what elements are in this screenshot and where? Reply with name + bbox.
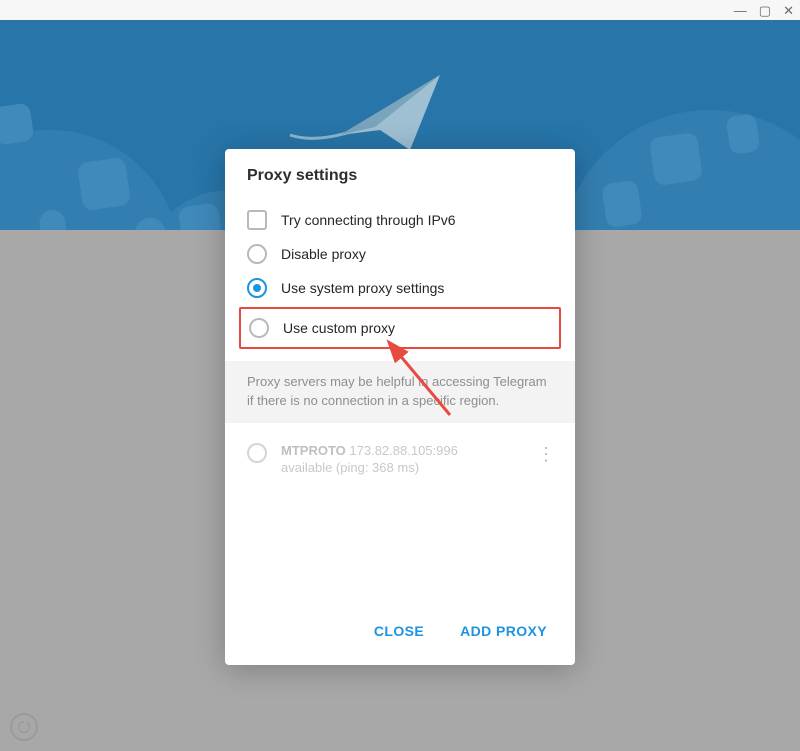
proxy-item[interactable]: MTPROTO 173.82.88.105:996 available (pin… bbox=[247, 433, 563, 485]
proxy-status: available (ping: 368 ms) bbox=[281, 460, 515, 475]
checkbox-icon bbox=[247, 210, 267, 230]
camera-icon bbox=[178, 202, 223, 230]
radio-icon bbox=[247, 443, 267, 463]
window-titlebar: — ▢ ✕ bbox=[0, 0, 800, 20]
add-proxy-button[interactable]: ADD PROXY bbox=[446, 613, 561, 649]
option-disable-proxy[interactable]: Disable proxy bbox=[241, 237, 559, 271]
options-group: Try connecting through IPv6 Disable prox… bbox=[225, 203, 575, 361]
dialog-actions: CLOSE ADD PROXY bbox=[225, 603, 575, 665]
user-icon bbox=[0, 103, 34, 146]
annotation-highlight: Use custom proxy bbox=[239, 307, 561, 349]
radio-icon bbox=[249, 318, 269, 338]
radio-icon bbox=[247, 278, 267, 298]
proxy-type: MTPROTO bbox=[281, 443, 346, 458]
option-label: Use system proxy settings bbox=[281, 280, 444, 296]
reload-button[interactable] bbox=[10, 713, 38, 741]
proxy-address: 173.82.88.105:996 bbox=[349, 443, 457, 458]
close-window-button[interactable]: ✕ bbox=[783, 4, 794, 17]
proxy-settings-dialog: Proxy settings Try connecting through IP… bbox=[225, 149, 575, 665]
smile-icon bbox=[649, 132, 703, 186]
minimize-button[interactable]: — bbox=[734, 4, 747, 17]
lock-icon bbox=[726, 113, 761, 155]
option-label: Use custom proxy bbox=[283, 320, 395, 336]
proxy-list: MTPROTO 173.82.88.105:996 available (pin… bbox=[225, 423, 575, 603]
option-system-proxy[interactable]: Use system proxy settings bbox=[241, 271, 559, 305]
close-button[interactable]: CLOSE bbox=[360, 613, 438, 649]
option-label: Try connecting through IPv6 bbox=[281, 212, 456, 228]
maximize-button[interactable]: ▢ bbox=[759, 4, 771, 17]
more-icon[interactable]: ⋮ bbox=[529, 443, 563, 466]
document-icon bbox=[601, 180, 643, 229]
option-label: Disable proxy bbox=[281, 246, 366, 262]
music-icon bbox=[77, 157, 131, 211]
radio-icon bbox=[247, 244, 267, 264]
option-custom-proxy[interactable]: Use custom proxy bbox=[243, 311, 557, 345]
hint-text: Proxy servers may be helpful in accessin… bbox=[225, 361, 575, 423]
proxy-item-text: MTPROTO 173.82.88.105:996 available (pin… bbox=[281, 443, 515, 475]
option-ipv6[interactable]: Try connecting through IPv6 bbox=[241, 203, 559, 237]
reload-icon bbox=[16, 719, 32, 735]
dialog-title: Proxy settings bbox=[225, 149, 575, 203]
